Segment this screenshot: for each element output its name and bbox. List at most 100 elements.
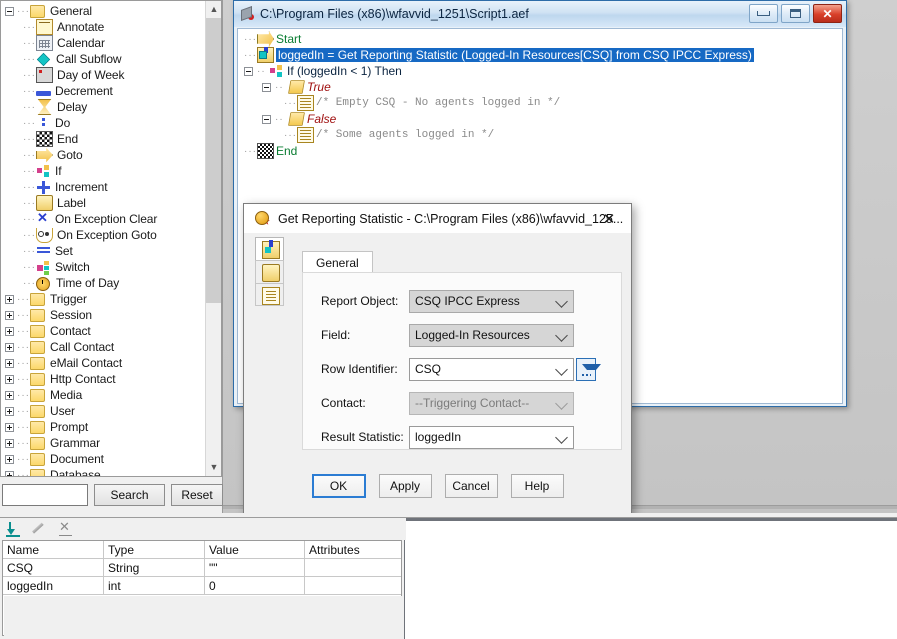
collapse-icon[interactable] xyxy=(244,66,253,76)
collapse-icon[interactable] xyxy=(5,6,14,16)
palette-folder-user[interactable]: ··· User xyxy=(1,403,221,419)
document-tab-button[interactable] xyxy=(255,283,284,306)
script-row-start[interactable]: ···· Start xyxy=(238,31,842,47)
palette-folder-document[interactable]: ··· Document xyxy=(1,451,221,467)
expand-icon[interactable] xyxy=(5,310,14,320)
tree-line: ···· xyxy=(244,49,262,61)
search-input[interactable] xyxy=(2,484,88,506)
palette-item-if[interactable]: ··· If xyxy=(1,163,221,179)
scroll-up-icon[interactable]: ▲ xyxy=(206,1,221,18)
expand-icon[interactable] xyxy=(5,358,14,368)
collapse-icon[interactable] xyxy=(262,114,271,124)
script-row-comment-some-agents[interactable]: ···· /* Some agents logged in */ xyxy=(238,127,842,143)
expand-icon[interactable] xyxy=(5,294,14,304)
expand-icon[interactable] xyxy=(5,390,14,400)
minimize-button[interactable] xyxy=(749,4,778,23)
decrement-icon xyxy=(36,90,51,96)
palette-item-day-of-week[interactable]: ··· Day of Week xyxy=(1,67,221,83)
row-identifier-picker-button[interactable] xyxy=(576,357,601,381)
cancel-button[interactable]: Cancel xyxy=(444,474,498,498)
script-row-comment-empty-csq[interactable]: ···· /* Empty CSQ - No agents logged in … xyxy=(238,95,842,111)
label-tab-button[interactable] xyxy=(255,260,284,283)
palette-item-call-subflow[interactable]: ··· Call Subflow xyxy=(1,51,221,67)
dialog-titlebar[interactable]: Get Reporting Statistic - C:\Program Fil… xyxy=(244,204,631,233)
palette-folder-http-contact[interactable]: ··· Http Contact xyxy=(1,371,221,387)
column-header-attributes[interactable]: Attributes xyxy=(305,541,401,559)
tree-root-general[interactable]: ··· General xyxy=(1,3,221,19)
script-row-if[interactable]: ·· If (loggedIn < 1) Then xyxy=(238,63,842,79)
palette-item-time-of-day[interactable]: ··· Time of Day xyxy=(1,275,221,291)
row-identifier-combo[interactable]: CSQ xyxy=(409,357,574,381)
palette-folder-prompt[interactable]: ··· Prompt xyxy=(1,419,221,435)
dialog-close-button[interactable]: ✕ xyxy=(591,208,627,229)
palette-item-increment[interactable]: ··· Increment xyxy=(1,179,221,195)
palette-scrollbar[interactable]: ▲ ▼ xyxy=(205,1,221,476)
scroll-down-icon[interactable]: ▼ xyxy=(206,459,221,476)
script-row-get-reporting-statistic[interactable]: ···· loggedIn = Get Reporting Statistic … xyxy=(238,47,842,63)
palette-folder-session[interactable]: ··· Session xyxy=(1,307,221,323)
palette-item-decrement[interactable]: ··· Decrement xyxy=(1,83,221,99)
variables-table[interactable]: Name Type Value Attributes CSQ String ""… xyxy=(2,540,402,636)
palette-item-delay[interactable]: ··· Delay xyxy=(1,99,221,115)
palette-folder-contact[interactable]: ··· Contact xyxy=(1,323,221,339)
table-row[interactable]: CSQ String "" xyxy=(3,559,401,577)
palette-folder-call-contact[interactable]: ··· Call Contact xyxy=(1,339,221,355)
general-tab-button[interactable] xyxy=(255,237,284,260)
palette-item-label[interactable]: ··· Label xyxy=(1,195,221,211)
palette-item-set[interactable]: ··· Set xyxy=(1,243,221,259)
expand-icon[interactable] xyxy=(5,454,14,464)
apply-button[interactable]: Apply xyxy=(378,474,432,498)
palette-folder-trigger[interactable]: ··· Trigger xyxy=(1,291,221,307)
close-button[interactable]: ✕ xyxy=(813,4,842,23)
expand-icon[interactable] xyxy=(5,374,14,384)
column-header-type[interactable]: Type xyxy=(104,541,205,559)
chevron-down-icon xyxy=(555,328,568,342)
palette-item-annotate[interactable]: ··· Annotate xyxy=(1,19,221,35)
ok-button[interactable]: OK xyxy=(311,474,366,498)
tab-general[interactable]: General xyxy=(302,251,373,273)
combo-value: CSQ IPCC Express xyxy=(415,294,520,308)
palette-item-on-exception-goto[interactable]: ··· On Exception Goto xyxy=(1,227,221,243)
script-window-titlebar[interactable]: C:\Program Files (x86)\wfavvid_1251\Scri… xyxy=(234,1,846,27)
script-row-true-branch[interactable]: ·· True xyxy=(238,79,842,95)
result-statistic-combo[interactable]: loggedIn xyxy=(409,425,574,449)
expand-icon[interactable] xyxy=(5,326,14,336)
palette-folder-email-contact[interactable]: ··· eMail Contact xyxy=(1,355,221,371)
tree-line: ··· xyxy=(23,229,36,241)
reset-button[interactable]: Reset xyxy=(171,484,223,506)
script-row-end[interactable]: ···· End xyxy=(238,143,842,159)
help-button[interactable]: Help xyxy=(510,474,564,498)
cell-type: String xyxy=(104,559,205,577)
scrollbar-thumb[interactable] xyxy=(206,18,221,303)
maximize-button[interactable] xyxy=(781,4,810,23)
calendar-icon xyxy=(36,35,53,51)
palette-folder-database[interactable]: ··· Database xyxy=(1,467,221,476)
field-combo[interactable]: Logged-In Resources xyxy=(409,323,574,347)
expand-icon[interactable] xyxy=(5,422,14,432)
add-variable-icon[interactable] xyxy=(6,521,22,537)
expand-icon[interactable] xyxy=(5,438,14,448)
table-row[interactable]: loggedIn int 0 xyxy=(3,577,401,595)
palette-item-goto[interactable]: ··· Goto xyxy=(1,147,221,163)
edit-variable-icon[interactable] xyxy=(32,521,48,537)
collapse-icon[interactable] xyxy=(262,82,271,92)
column-header-value[interactable]: Value xyxy=(205,541,305,559)
expand-icon[interactable] xyxy=(5,342,14,352)
end-icon xyxy=(257,143,274,159)
variables-toolbar xyxy=(2,518,406,540)
palette-item-do[interactable]: ··· Do xyxy=(1,115,221,131)
expand-icon[interactable] xyxy=(5,470,14,476)
palette-item-on-exception-clear[interactable]: ··· On Exception Clear xyxy=(1,210,221,227)
palette-folder-grammar[interactable]: ··· Grammar xyxy=(1,435,221,451)
palette-item-switch[interactable]: ··· Switch xyxy=(1,259,221,275)
column-header-name[interactable]: Name xyxy=(3,541,104,559)
palette-tree[interactable]: ··· General ··· Annotate ··· Calendar ··… xyxy=(0,0,222,477)
palette-item-calendar[interactable]: ··· Calendar xyxy=(1,35,221,51)
expand-icon[interactable] xyxy=(5,406,14,416)
palette-item-end[interactable]: ··· End xyxy=(1,131,221,147)
report-object-combo[interactable]: CSQ IPCC Express xyxy=(409,289,574,313)
script-row-false-branch[interactable]: ·· False xyxy=(238,111,842,127)
delete-variable-icon[interactable] xyxy=(58,519,74,537)
palette-folder-media[interactable]: ··· Media xyxy=(1,387,221,403)
search-button[interactable]: Search xyxy=(94,484,165,506)
